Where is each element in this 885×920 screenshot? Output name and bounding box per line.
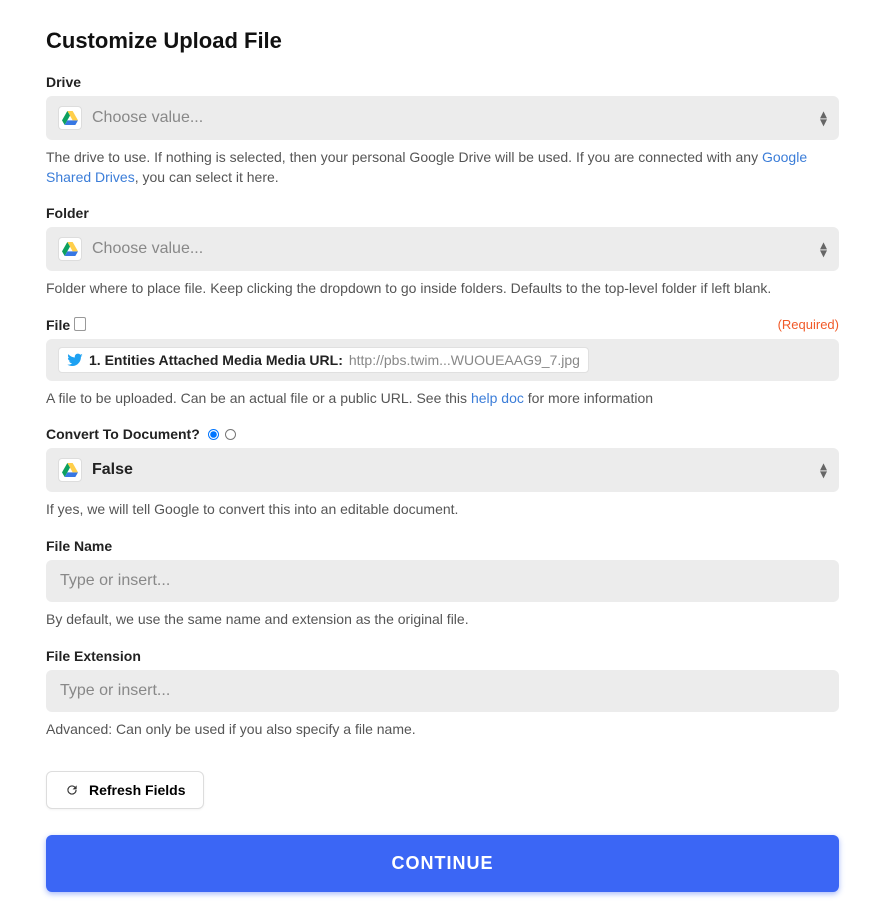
filename-input[interactable] <box>46 560 839 602</box>
google-drive-icon <box>58 106 82 130</box>
file-pill-label: 1. Entities Attached Media Media URL: <box>89 352 343 368</box>
convert-select[interactable]: False ▴▾ <box>46 448 839 492</box>
file-help: A file to be uploaded. Can be an actual … <box>46 389 839 409</box>
field-drive: Drive Choose value... ▴▾ The drive to us… <box>46 74 839 187</box>
drive-help: The drive to use. If nothing is selected… <box>46 148 839 187</box>
field-folder: Folder Choose value... ▴▾ Folder where t… <box>46 205 839 299</box>
google-drive-icon <box>58 237 82 261</box>
convert-radio-false[interactable] <box>225 429 236 440</box>
convert-label: Convert To Document? <box>46 426 200 442</box>
convert-value: False <box>92 461 133 479</box>
field-extension: File Extension Advanced: Can only be use… <box>46 648 839 740</box>
folder-help: Folder where to place file. Keep clickin… <box>46 279 839 299</box>
chevron-sort-icon: ▴▾ <box>820 463 827 478</box>
folder-label: Folder <box>46 205 839 221</box>
extension-input[interactable] <box>46 670 839 712</box>
file-input[interactable]: 1. Entities Attached Media Media URL: ht… <box>46 339 839 381</box>
chevron-sort-icon: ▴▾ <box>820 242 827 257</box>
chevron-sort-icon: ▴▾ <box>820 110 827 125</box>
drive-placeholder: Choose value... <box>92 109 203 127</box>
page-title: Customize Upload File <box>46 28 839 54</box>
continue-button[interactable]: CONTINUE <box>46 835 839 892</box>
file-value-pill: 1. Entities Attached Media Media URL: ht… <box>58 347 589 373</box>
drive-select[interactable]: Choose value... ▴▾ <box>46 96 839 140</box>
file-label: File <box>46 317 70 333</box>
filename-label: File Name <box>46 538 839 554</box>
refresh-icon <box>65 783 79 797</box>
twitter-icon <box>67 352 83 368</box>
field-filename: File Name By default, we use the same na… <box>46 538 839 630</box>
required-badge: (Required) <box>778 317 839 332</box>
copy-icon <box>76 319 86 331</box>
folder-select[interactable]: Choose value... ▴▾ <box>46 227 839 271</box>
extension-help: Advanced: Can only be used if you also s… <box>46 720 839 740</box>
drive-label: Drive <box>46 74 839 90</box>
field-file: File (Required) 1. Entities Attached Med… <box>46 317 839 409</box>
file-pill-url: http://pbs.twim...WUOUEAAG9_7.jpg <box>349 352 580 368</box>
convert-radio-true[interactable] <box>208 429 219 440</box>
convert-help: If yes, we will tell Google to convert t… <box>46 500 839 520</box>
filename-help: By default, we use the same name and ext… <box>46 610 839 630</box>
google-drive-icon <box>58 458 82 482</box>
field-convert: Convert To Document? False ▴▾ If yes, we… <box>46 426 839 520</box>
refresh-fields-button[interactable]: Refresh Fields <box>46 771 204 809</box>
folder-placeholder: Choose value... <box>92 240 203 258</box>
extension-label: File Extension <box>46 648 839 664</box>
help-doc-link[interactable]: help doc <box>471 390 524 406</box>
